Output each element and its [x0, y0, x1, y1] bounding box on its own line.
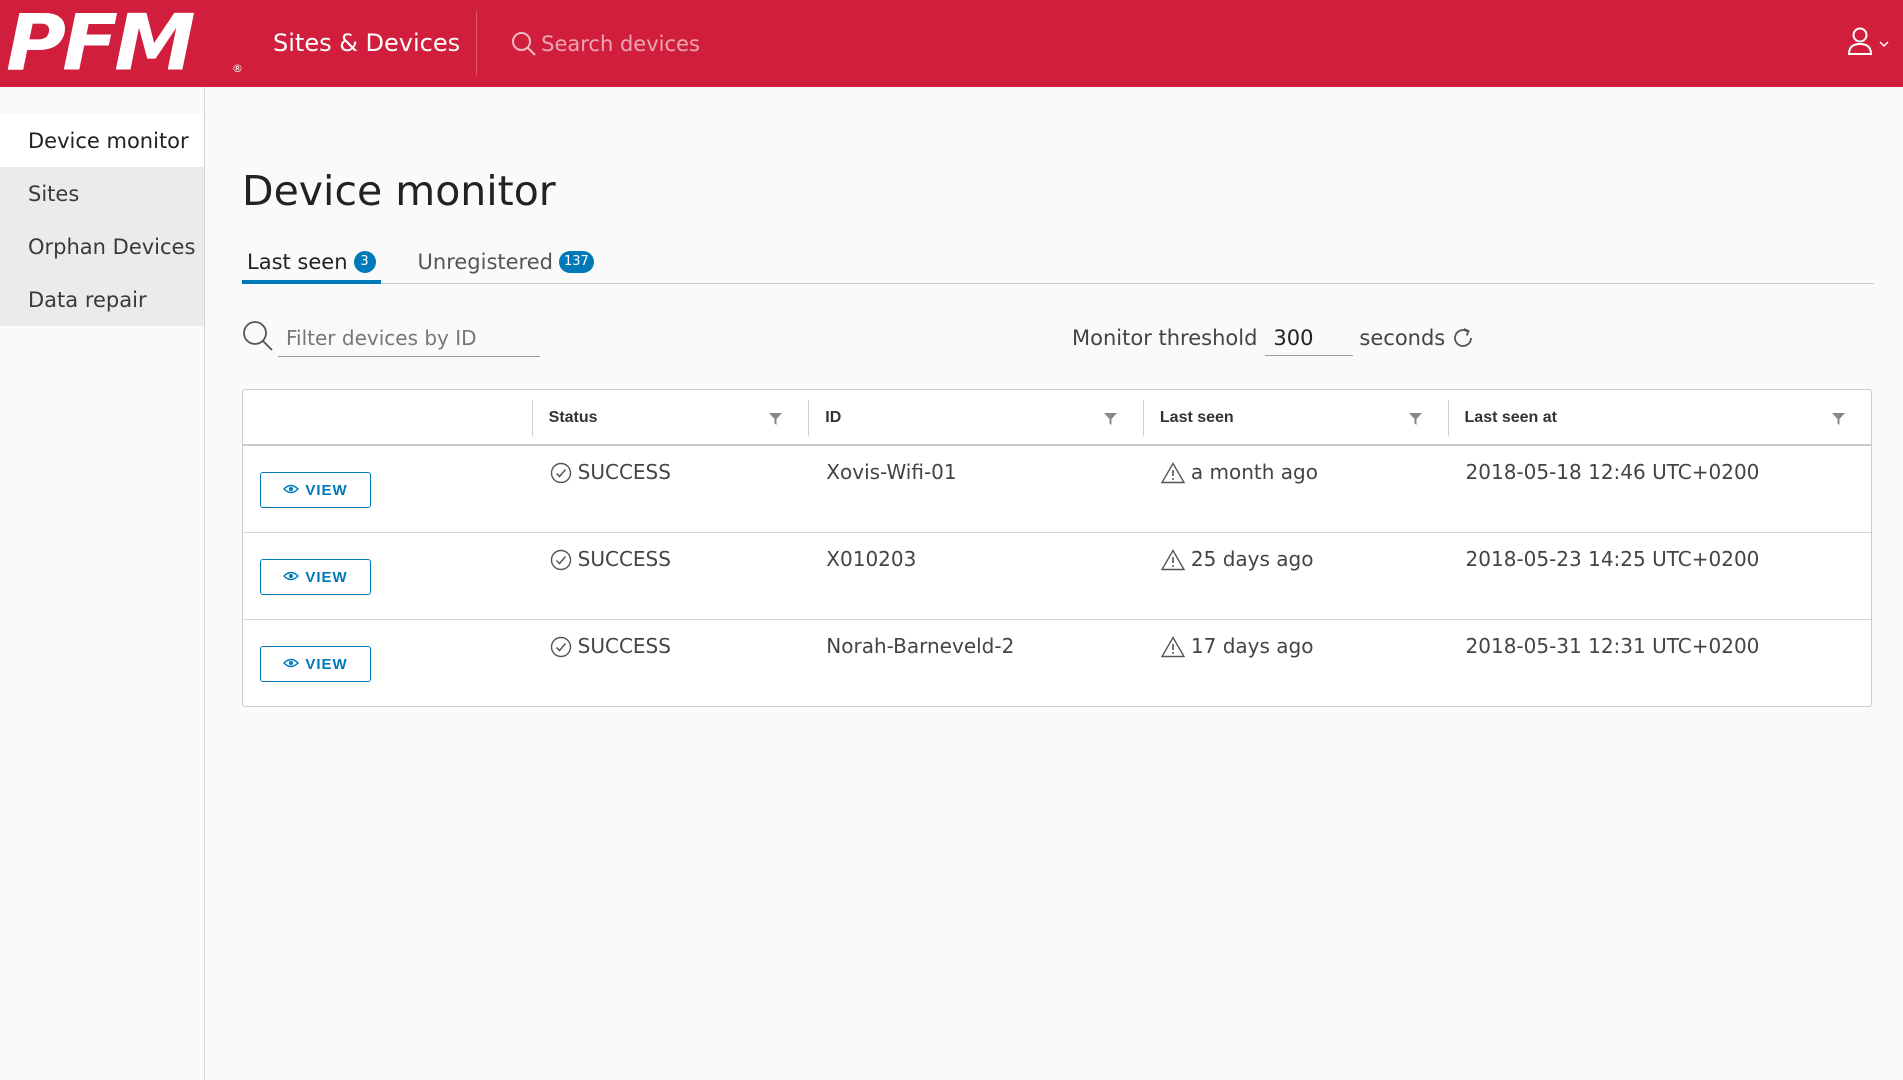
column-header-last-seen-at[interactable]: Last seen at [1447, 390, 1871, 446]
last-seen-at-cell: 2018-05-31 12:31 UTC+0200 [1465, 634, 1760, 658]
top-header: PFM ® Sites & Devices [0, 0, 1903, 87]
table-row: VIEW SUCCESS X010203 25 days ago 2018-05… [243, 533, 1871, 620]
device-table: Status ID Last seen Last seen at VIEW SU… [242, 389, 1872, 707]
filter-icon[interactable] [1831, 412, 1845, 430]
filter-devices-input[interactable] [278, 320, 540, 357]
status-text: SUCCESS [577, 547, 671, 571]
pfm-logo[interactable]: PFM ® [0, 0, 247, 87]
warning-icon [1160, 462, 1185, 484]
column-label: Status [548, 409, 598, 426]
device-filter [242, 320, 540, 357]
device-id-cell: X010203 [826, 547, 917, 571]
last-seen-text: a month ago [1190, 460, 1318, 484]
search-devices-input[interactable] [539, 30, 840, 57]
check-circle-icon [550, 462, 572, 484]
warning-icon [1160, 636, 1185, 658]
check-circle-icon [550, 549, 572, 571]
last-seen-cell: 17 days ago [1143, 620, 1448, 707]
tab-label: Last seen [247, 249, 348, 274]
view-label: VIEW [305, 655, 348, 673]
last-seen-at-cell: 2018-05-23 14:25 UTC+0200 [1465, 547, 1760, 571]
sidebar: Device monitor Sites Orphan Devices Data… [0, 87, 205, 1080]
actions-cell: VIEW [243, 446, 532, 533]
tab-unregistered[interactable]: Unregistered 137 [413, 239, 599, 284]
status-cell: SUCCESS [532, 446, 809, 533]
column-label: ID [825, 409, 842, 426]
table-row: VIEW SUCCESS Norah-Barneveld-2 17 days a… [243, 620, 1871, 707]
column-label: Last seen [1159, 409, 1234, 426]
filter-icon[interactable] [1408, 412, 1422, 430]
status-text: SUCCESS [577, 460, 671, 484]
logo-text: PFM [6, 0, 196, 89]
view-button[interactable]: VIEW [260, 472, 371, 508]
sidebar-item-data-repair[interactable]: Data repair [0, 273, 204, 326]
monitor-threshold: Monitor threshold seconds [1072, 320, 1475, 356]
table-header: Status ID Last seen Last seen at [243, 390, 1871, 446]
last-seen-text: 25 days ago [1190, 547, 1314, 571]
search-icon [511, 31, 537, 57]
last-seen-text: 17 days ago [1190, 634, 1314, 658]
nav-title[interactable]: Sites & Devices [247, 10, 478, 75]
page-title: Device monitor [242, 167, 556, 215]
status-cell: SUCCESS [532, 620, 809, 707]
view-button[interactable]: VIEW [260, 559, 371, 595]
tab-last-seen[interactable]: Last seen 3 [242, 239, 381, 284]
user-icon [1846, 26, 1874, 61]
device-id-cell: Xovis-Wifi-01 [826, 460, 957, 484]
logo-registered-mark: ® [232, 62, 243, 75]
table-row: VIEW SUCCESS Xovis-Wifi-01 a month ago 2… [243, 446, 1871, 533]
filter-icon[interactable] [769, 412, 783, 430]
count-badge: 3 [353, 250, 376, 273]
tab-bar: Last seen 3 Unregistered 137 [242, 239, 1874, 284]
filter-row: Monitor threshold seconds [242, 320, 1874, 360]
view-label: VIEW [305, 568, 348, 586]
column-header-status[interactable]: Status [531, 390, 809, 446]
status-text: SUCCESS [577, 634, 671, 658]
eye-icon [283, 569, 300, 586]
sidebar-item-device-monitor[interactable]: Device monitor [0, 114, 204, 167]
warning-icon [1160, 549, 1185, 571]
device-id-cell: Norah-Barneveld-2 [826, 634, 1015, 658]
column-header-actions [243, 390, 532, 446]
view-button[interactable]: VIEW [260, 646, 371, 682]
threshold-input[interactable] [1265, 320, 1354, 356]
last-seen-cell: 25 days ago [1143, 533, 1448, 620]
filter-icon[interactable] [1103, 412, 1117, 430]
last-seen-cell: a month ago [1143, 446, 1448, 533]
count-badge: 137 [558, 250, 594, 273]
status-cell: SUCCESS [532, 533, 809, 620]
threshold-label: Monitor threshold [1072, 326, 1258, 350]
sidebar-item-sites[interactable]: Sites [0, 167, 204, 220]
search-icon [242, 320, 274, 357]
tab-label: Unregistered [417, 249, 553, 274]
header-search [511, 12, 840, 76]
column-header-id[interactable]: ID [808, 390, 1143, 446]
eye-icon [283, 482, 300, 499]
last-seen-at-cell: 2018-05-18 12:46 UTC+0200 [1465, 460, 1760, 484]
view-label: VIEW [305, 481, 348, 499]
threshold-unit: seconds [1359, 326, 1446, 350]
user-menu[interactable] [1846, 26, 1890, 61]
eye-icon [283, 656, 300, 673]
column-header-last-seen[interactable]: Last seen [1142, 390, 1448, 446]
check-circle-icon [550, 636, 572, 658]
actions-cell: VIEW [243, 620, 532, 707]
chevron-down-icon [1878, 35, 1890, 53]
actions-cell: VIEW [243, 533, 532, 620]
refresh-icon[interactable] [1451, 326, 1475, 350]
column-label: Last seen at [1464, 409, 1557, 426]
sidebar-item-orphan-devices[interactable]: Orphan Devices [0, 220, 204, 273]
